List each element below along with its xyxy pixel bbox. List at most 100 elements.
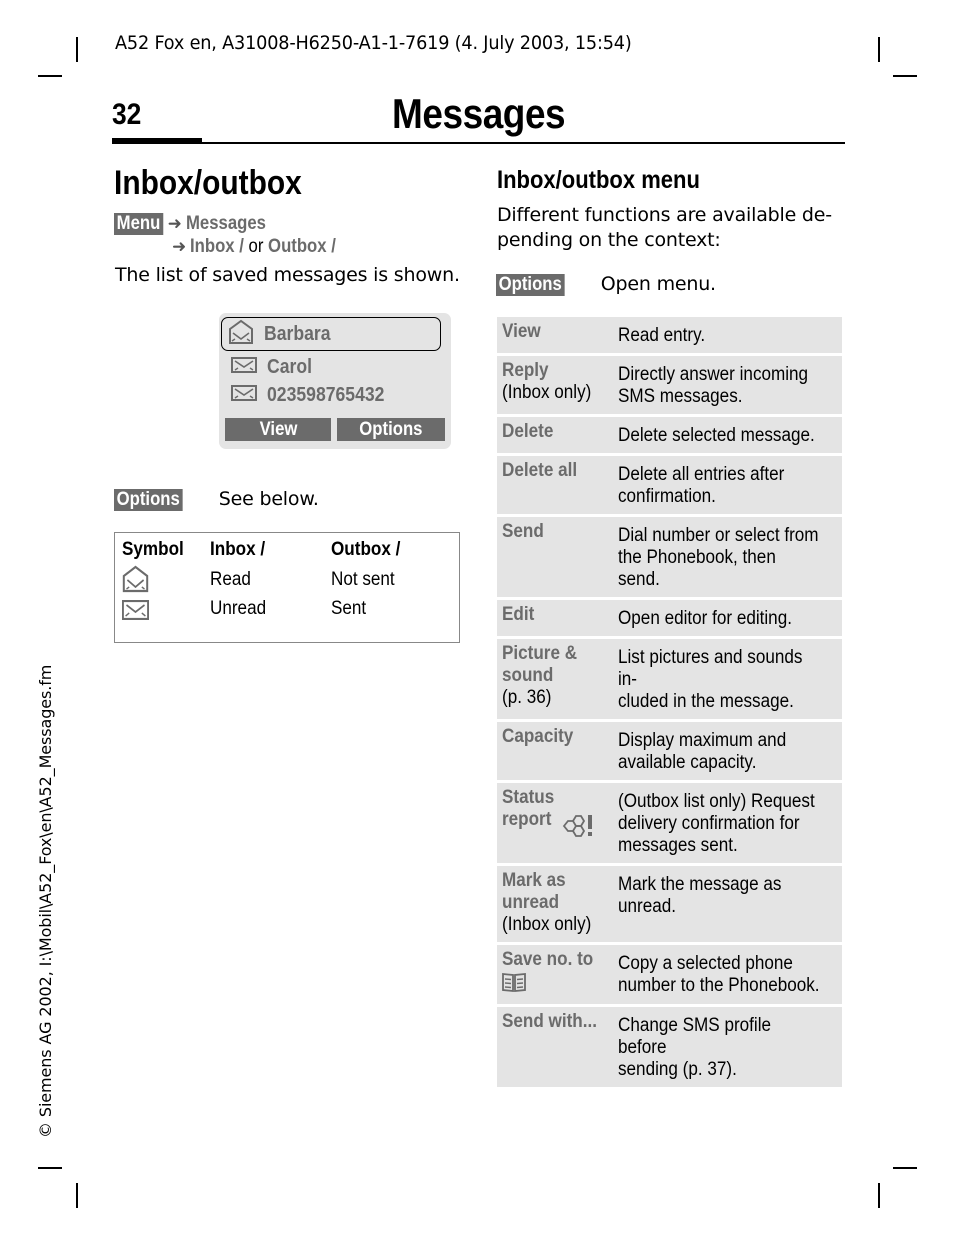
message-list-item[interactable]: 023598765432 bbox=[225, 380, 439, 410]
menu-option-name: Delete all bbox=[502, 460, 578, 481]
nav-step-inbox-outbox: Inbox / or Outbox / bbox=[190, 235, 336, 258]
symbol-unread-outbox: Sent bbox=[331, 598, 367, 619]
phone-display: Barbara Carol 023598765432 View Options bbox=[219, 313, 451, 449]
crop-mark bbox=[893, 1167, 917, 1169]
arrow-right-icon: ➜ bbox=[167, 214, 182, 233]
options-softkey-label: Options bbox=[496, 273, 565, 296]
menu-option-name: Edit bbox=[502, 604, 535, 625]
menu-option-desc: Directly answer incoming SMS messages. bbox=[618, 364, 809, 407]
options-description-text: See below. bbox=[218, 488, 319, 510]
envelope-open-icon bbox=[122, 565, 149, 599]
phonebook-icon bbox=[502, 972, 526, 998]
menu-row-delete: Delete Delete selected message. bbox=[497, 417, 842, 453]
message-sender: Barbara bbox=[264, 322, 331, 345]
menu-option-desc: Display maximum and available capacity. bbox=[618, 730, 787, 773]
menu-option-desc: List pictures and sounds in- cluded in t… bbox=[618, 647, 803, 712]
menu-row-edit: Edit Open editor for editing. bbox=[497, 600, 842, 636]
menu-row-reply: Reply (Inbox only) Directly answer incomi… bbox=[497, 356, 842, 414]
nav-step-outbox: Outbox / bbox=[268, 236, 337, 257]
symbol-read-inbox: Read bbox=[210, 569, 251, 590]
options-softkey-label: Options bbox=[114, 488, 183, 511]
options-open-text: Open menu. bbox=[600, 273, 716, 295]
menu-option-desc: Delete all entries after confirmation. bbox=[618, 464, 785, 507]
outbox-header: Outbox / bbox=[331, 539, 401, 560]
menu-navigation-path: Menu ➜ Messages ➜ Inbox / or Outbox / bbox=[114, 212, 356, 258]
options-open-menu: Options Open menu. bbox=[496, 272, 716, 297]
crop-mark bbox=[76, 1183, 78, 1208]
menu-option-name: Status report bbox=[502, 787, 555, 830]
softkey-view[interactable]: View bbox=[225, 418, 331, 441]
crop-mark bbox=[38, 75, 62, 77]
menu-option-note: (Inbox only) bbox=[502, 382, 592, 403]
page-number: 32 bbox=[112, 98, 142, 131]
menu-row-mark-unread: Mark as unread (Inbox only) Mark the mess… bbox=[497, 866, 842, 942]
softkey-options[interactable]: Options bbox=[337, 418, 445, 441]
menu-option-name: Mark as unread bbox=[502, 870, 566, 913]
envelope-open-icon bbox=[228, 319, 254, 350]
menu-option-desc: Delete selected message. bbox=[618, 425, 815, 446]
menu-option-name: Send with... bbox=[502, 1011, 598, 1032]
envelope-closed-icon bbox=[121, 599, 150, 626]
symbol-unread-inbox: Unread bbox=[210, 598, 267, 619]
menu-row-save-number: Save no. to Copy a selected phone number… bbox=[497, 945, 842, 1004]
crop-mark bbox=[878, 1183, 880, 1208]
softkey-view-label: View bbox=[259, 419, 297, 440]
menu-option-name: Save no. to bbox=[502, 949, 594, 970]
menu-row-picture-sound: Picture & sound (p. 36) List pictures and… bbox=[497, 639, 842, 719]
message-sender: 023598765432 bbox=[267, 383, 385, 406]
menu-option-desc: Change SMS profile before sending (p. 37… bbox=[618, 1015, 772, 1080]
message-sender: Carol bbox=[267, 355, 312, 378]
envelope-closed-icon bbox=[231, 384, 257, 407]
menu-option-name: Send bbox=[502, 521, 544, 542]
menu-row-send: Send Dial number or select from the Phon… bbox=[497, 517, 842, 597]
softkey-options-label: Options bbox=[359, 419, 423, 440]
options-menu-table: View Read entry. Reply (Inbox only) Direc… bbox=[497, 317, 842, 1090]
menu-row-send-with: Send with... Change SMS profile before s… bbox=[497, 1007, 842, 1087]
symbol-table: Symbol Inbox / Outbox / Read Not sent Un… bbox=[114, 532, 460, 643]
intro-text: Different functions are available de- pe… bbox=[497, 203, 842, 253]
arrow-right-icon: ➜ bbox=[172, 237, 187, 256]
menu-softkey-label: Menu bbox=[114, 212, 163, 235]
header-rule bbox=[112, 142, 845, 144]
crop-mark bbox=[38, 1167, 62, 1169]
nav-step-or: or bbox=[248, 236, 264, 257]
status-report-icon bbox=[561, 813, 597, 843]
options-description: Options See below. bbox=[114, 487, 319, 512]
menu-option-note: (p. 36) bbox=[502, 687, 552, 708]
inbox-header: Inbox / bbox=[210, 539, 266, 560]
menu-option-note: (Inbox only) bbox=[502, 914, 592, 935]
menu-row-capacity: Capacity Display maximum and available c… bbox=[497, 722, 842, 780]
menu-row-delete-all: Delete all Delete all entries after conf… bbox=[497, 456, 842, 514]
menu-option-name: Picture & sound bbox=[502, 643, 578, 686]
intro-line: pending on the context: bbox=[497, 229, 721, 251]
chapter-title: Messages bbox=[392, 90, 566, 137]
message-list-item[interactable]: Barbara bbox=[221, 317, 441, 351]
document-header: A52 Fox en, A31008-H6250-A1-1-7619 (4. J… bbox=[115, 32, 632, 54]
list-shown-text: The list of saved messages is shown. bbox=[115, 264, 460, 286]
message-list-item[interactable]: Carol bbox=[225, 352, 439, 382]
menu-option-desc: Dial number or select from the Phonebook… bbox=[618, 525, 819, 590]
menu-option-name: View bbox=[502, 321, 541, 342]
menu-option-desc: (Outbox list only) Request delivery conf… bbox=[618, 791, 815, 856]
menu-row-status-report: Status report (Outbox list only) Request… bbox=[497, 783, 842, 863]
copyright-side-note: © Siemens AG 2002, I:\Mobil\A52_Fox\en\A… bbox=[36, 664, 55, 1138]
menu-option-name: Capacity bbox=[502, 726, 574, 747]
envelope-closed-icon bbox=[231, 356, 257, 379]
intro-line: Different functions are available de- bbox=[497, 204, 832, 226]
symbol-read-outbox: Not sent bbox=[331, 569, 395, 590]
crop-mark bbox=[878, 37, 880, 62]
menu-option-desc: Open editor for editing. bbox=[618, 608, 792, 629]
symbol-header: Symbol bbox=[122, 539, 184, 560]
menu-option-desc: Copy a selected phone number to the Phon… bbox=[618, 953, 820, 996]
menu-option-name: Reply bbox=[502, 360, 549, 381]
subsection-title: Inbox/outbox menu bbox=[497, 166, 700, 194]
nav-step-inbox: Inbox / bbox=[190, 236, 245, 257]
crop-mark bbox=[76, 37, 78, 62]
section-title: Inbox/outbox bbox=[114, 164, 302, 202]
menu-row-view: View Read entry. bbox=[497, 317, 842, 353]
menu-option-name: Delete bbox=[502, 421, 554, 442]
menu-option-desc: Mark the message as unread. bbox=[618, 874, 782, 917]
menu-option-desc: Read entry. bbox=[618, 325, 706, 346]
crop-mark bbox=[893, 75, 917, 77]
nav-step-messages: Messages bbox=[185, 213, 266, 234]
